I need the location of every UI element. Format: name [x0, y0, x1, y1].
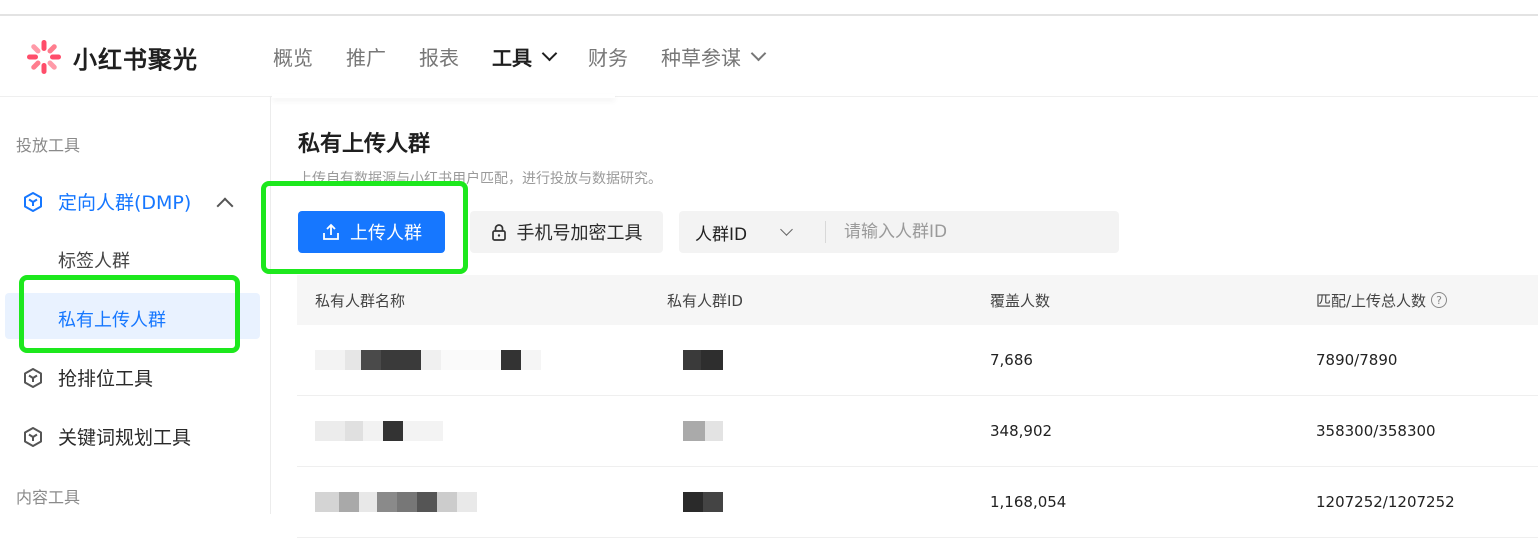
nav-label: 种草参谋: [661, 46, 741, 70]
table-header: 私有人群名称 私有人群ID 覆盖人数 匹配/上传总人数 ?: [297, 275, 1538, 325]
lock-icon: [491, 224, 506, 241]
help-icon[interactable]: ?: [1431, 292, 1448, 308]
encrypt-button-label: 手机号加密工具: [516, 223, 643, 244]
sidebar-group-content-tools: 内容工具: [16, 488, 81, 507]
chevron-down-icon: [750, 45, 767, 62]
logo-flower-icon: [27, 40, 61, 74]
sidebar-item-keyword-planner[interactable]: 关键词规划工具: [22, 423, 191, 450]
cube-icon: [24, 191, 42, 212]
nav-item-tools[interactable]: 工具: [492, 42, 558, 71]
sidebar-item-label: 抢排位工具: [58, 368, 154, 390]
col-header-match-label: 匹配/上传总人数: [1316, 291, 1427, 310]
search-input[interactable]: [842, 221, 1106, 243]
chevron-down-icon: [780, 223, 793, 236]
sidebar-group-ad-tools: 投放工具: [16, 136, 81, 155]
nav-label: 财务: [588, 46, 628, 70]
nav-label: 推广: [346, 46, 386, 70]
page-subtitle: 上传自有数据源与小红书用户匹配，进行投放与数据研究。: [298, 171, 662, 187]
redacted-id: [683, 350, 723, 370]
search-select-value: 人群ID: [695, 224, 748, 245]
nav-label: 工具: [492, 46, 532, 70]
upload-icon: [323, 223, 339, 240]
redacted-id: [683, 421, 723, 441]
coverage-value: 348,902: [990, 422, 1053, 440]
match-value: 7890/7890: [1316, 351, 1398, 369]
match-value: 1207252/1207252: [1316, 493, 1455, 511]
sidebar-sub-private-upload[interactable]: 私有上传人群: [58, 306, 166, 332]
cube-icon: [24, 426, 42, 447]
sidebar-item-rank-tool[interactable]: 抢排位工具: [22, 364, 153, 391]
coverage-value: 7,686: [990, 351, 1033, 369]
upload-button-label: 上传人群: [350, 223, 422, 244]
nav-item-planting-advisor[interactable]: 种草参谋: [661, 42, 767, 71]
nav-item-reports[interactable]: 报表: [419, 42, 459, 71]
col-header-id: 私有人群ID: [667, 291, 743, 310]
coverage-value: 1,168,054: [990, 493, 1067, 511]
sidebar-item-dmp[interactable]: 定向人群(DMP): [22, 188, 191, 215]
audience-table: 私有人群名称 私有人群ID 覆盖人数 匹配/上传总人数 ? 7,686 7890…: [297, 275, 1538, 538]
redacted-name: [315, 492, 477, 512]
col-header-coverage: 覆盖人数: [990, 291, 1051, 310]
search-field-select[interactable]: 人群ID: [679, 211, 809, 253]
table-row[interactable]: 1,168,054 1207252/1207252: [297, 467, 1538, 538]
top-header: 小红书聚光 概览 推广 报表 工具 财务 种草参谋: [0, 16, 1538, 97]
chevron-down-icon: [541, 45, 558, 62]
sidebar: 投放工具 定向人群(DMP) 标签人群 私有上传人群 抢排位工具 关键词规划工具…: [0, 96, 271, 514]
sidebar-item-label: 关键词规划工具: [58, 427, 192, 449]
cube-icon: [24, 367, 42, 388]
search-divider: [825, 221, 826, 243]
match-value: 358300/358300: [1316, 422, 1436, 440]
search-bar: 人群ID: [679, 211, 1119, 253]
brand-logo[interactable]: 小红书聚光: [25, 38, 198, 76]
page-title: 私有上传人群: [298, 132, 431, 157]
tools-dropdown-edge: [272, 94, 615, 98]
redacted-name: [315, 421, 443, 441]
nav-item-overview[interactable]: 概览: [273, 42, 313, 71]
brand-name: 小红书聚光: [73, 45, 198, 74]
table-row[interactable]: 7,686 7890/7890: [297, 325, 1538, 396]
col-header-match: 匹配/上传总人数 ?: [1316, 290, 1448, 311]
phone-encrypt-tool-button[interactable]: 手机号加密工具: [470, 211, 663, 253]
nav-item-finance[interactable]: 财务: [588, 42, 628, 71]
redacted-id: [683, 492, 723, 512]
top-nav: 概览 推广 报表 工具 财务 种草参谋: [273, 42, 797, 71]
sidebar-sub-tag-audience[interactable]: 标签人群: [58, 247, 130, 273]
table-row[interactable]: 348,902 358300/358300: [297, 396, 1538, 467]
nav-item-promotion[interactable]: 推广: [346, 42, 386, 71]
sidebar-item-label: 定向人群(DMP): [58, 192, 192, 214]
redacted-name: [315, 350, 541, 370]
col-header-name: 私有人群名称: [315, 291, 406, 310]
nav-label: 概览: [273, 46, 313, 70]
chevron-up-icon[interactable]: [216, 197, 234, 215]
upload-audience-button[interactable]: 上传人群: [298, 211, 445, 253]
nav-label: 报表: [419, 46, 459, 70]
